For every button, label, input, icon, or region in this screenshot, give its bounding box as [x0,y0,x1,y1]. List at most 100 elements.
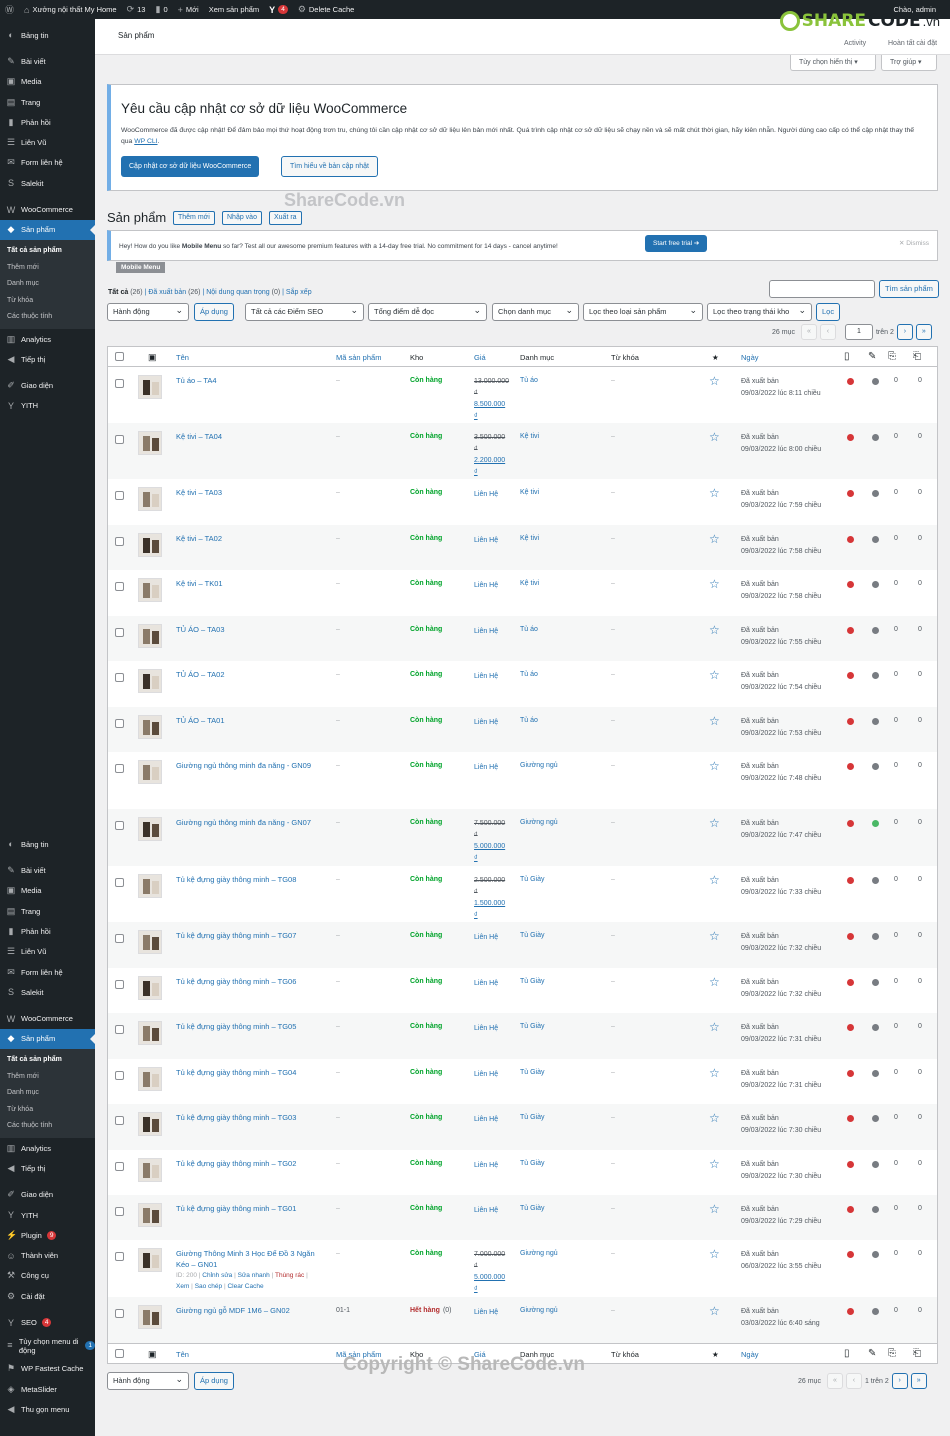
site-name-link[interactable]: ⌂ Xưởng nội thất My Home [19,0,122,19]
product-name-link[interactable]: Kệ tivi – TA04 [176,431,321,442]
product-thumbnail[interactable] [138,578,162,602]
add-new-button[interactable]: Thêm mới [173,211,215,225]
product-name-link[interactable]: Tủ kệ đựng giày thông minh – TG04 [176,1067,321,1078]
product-thumbnail[interactable] [138,976,162,1000]
product-category-link[interactable]: Giường ngủ [520,1307,558,1314]
sidebar-item-media-2[interactable]: ▣ Media [0,881,95,901]
product-thumbnail[interactable] [138,431,162,455]
column-header-category[interactable]: Danh mục [520,353,554,362]
product-category-link[interactable]: Kệ tivi [520,580,539,587]
product-category-link[interactable]: Tủ Giày [520,1160,545,1167]
featured-star-icon[interactable]: ☆ [709,1248,720,1260]
product-thumbnail[interactable] [138,1248,162,1272]
product-category-link[interactable]: Tủ Giày [520,1114,545,1121]
product-category-link[interactable]: Tủ Giày [520,932,545,939]
seo-filter-select[interactable]: Tất cả các Điểm SEO [245,303,364,321]
column-header-tags[interactable]: Từ khóa [611,353,639,362]
sidebar-item-megaphone[interactable]: ◀ Tiếp thị [0,349,95,369]
sidebar-item-contact[interactable]: ☰ Liên Vũ [0,132,95,152]
view-sort[interactable]: Sắp xếp [286,289,312,296]
yoast-link[interactable]: Y4 [264,0,293,19]
sidebar-item-megaphone-2[interactable]: ◀ Tiếp thị [0,1158,95,1178]
product-category-link[interactable]: Kệ tivi [520,535,539,542]
sidebar-item-pin-2[interactable]: ✎ Bài viết [0,860,95,880]
row-checkbox[interactable] [115,1252,124,1261]
product-category-link[interactable]: Giường ngủ [520,762,558,769]
product-name-link[interactable]: Kệ tivi – TK01 [176,578,321,589]
product-category-link[interactable]: Tủ Giày [520,1023,545,1030]
next-page-button-bottom[interactable]: › [891,1373,908,1389]
type-filter-select[interactable]: Lọc theo loại sản phẩm [583,303,703,321]
product-name-link[interactable]: Tủ kệ đựng giày thông minh – TG02 [176,1158,321,1169]
sidebar-item-page[interactable]: ▤ Trang [0,92,95,112]
export-button[interactable]: Xuất ra [269,211,302,225]
featured-star-icon[interactable]: ☆ [709,431,720,443]
readability-filter-select[interactable]: Tổng điểm dễ đọc [368,303,487,321]
product-category-link[interactable]: Tủ áo [520,626,538,633]
sidebar-item-media[interactable]: ▣ Media [0,72,95,92]
featured-star-icon[interactable]: ☆ [709,1203,720,1215]
submenu-item-0-2[interactable]: Tất cả sản phẩm [0,1052,95,1069]
row-checkbox[interactable] [115,1116,124,1125]
featured-star-icon[interactable]: ☆ [709,1067,720,1079]
product-name-link[interactable]: Tủ kệ đựng giày thông minh – TG01 [176,1203,321,1214]
product-name-link[interactable]: Tủ kệ đựng giày thông minh – TG06 [176,976,321,987]
search-products-button[interactable]: Tìm sản phẩm [879,280,939,298]
product-category-link[interactable]: Kệ tivi [520,433,539,440]
sidebar-item-users-2[interactable]: ☺ Thành viên [0,1246,95,1266]
submenu-item-3[interactable]: Từ khóa [0,293,95,310]
sidebar-item-product-2[interactable]: ◆ Sản phẩm [0,1028,95,1050]
apply-button[interactable]: Áp dụng [194,303,234,321]
sidebar-item-brush-2[interactable]: ✐ Giao diện [0,1185,95,1205]
sidebar-item-yith[interactable]: Y YITH [0,396,95,416]
row-checkbox[interactable] [115,1207,124,1216]
product-thumbnail[interactable] [138,930,162,954]
sidebar-item-seo-2[interactable]: Y SEO 4 [0,1312,95,1332]
stock-filter-select[interactable]: Lọc theo trạng thái kho [707,303,812,321]
product-name-link[interactable]: Giường Thông Minh 3 Học Để Đồ 3 Ngăn Kéo… [176,1248,321,1270]
row-checkbox[interactable] [115,628,124,637]
product-thumbnail[interactable] [138,624,162,648]
select-all-checkbox[interactable] [115,352,124,361]
column-header-tags-bottom[interactable]: Từ khóa [611,1350,639,1359]
select-all-checkbox-bottom[interactable] [115,1349,124,1358]
first-page-button[interactable]: « [800,324,817,340]
bulk-action-select[interactable]: Hành động [107,303,189,321]
sidebar-item-product[interactable]: ◆ Sản phẩm [0,219,95,240]
product-category-link[interactable]: Tủ Giày [520,1205,545,1212]
product-thumbnail[interactable] [138,715,162,739]
product-category-link[interactable]: Tủ Giày [520,1069,545,1076]
product-thumbnail[interactable] [138,533,162,557]
sidebar-item-pin[interactable]: ✎ Bài viết [0,51,95,71]
row-checkbox[interactable] [115,719,124,728]
column-header-featured[interactable]: ★ [712,353,719,362]
submenu-item-2[interactable]: Danh mục [0,276,95,293]
prev-page-button[interactable]: ‹ [819,324,836,340]
last-page-button-bottom[interactable]: » [910,1373,927,1389]
row-checkbox[interactable] [115,980,124,989]
update-database-button[interactable]: Cập nhật cơ sở dữ liệu WooCommerce [121,156,260,177]
product-name-link[interactable]: Giường ngủ thông minh đa năng - GN09 [176,760,321,771]
row-checkbox[interactable] [115,1162,124,1171]
new-content-link[interactable]: + Mới [173,0,204,19]
featured-star-icon[interactable]: ☆ [709,533,720,545]
product-category-link[interactable]: Tủ áo [520,377,538,384]
row-action-view[interactable]: Xem [176,1283,189,1290]
view-cornerstone[interactable]: Nội dung quan trọng [206,289,269,296]
row-checkbox[interactable] [115,1071,124,1080]
apply-button-bottom[interactable]: Áp dụng [194,1372,234,1390]
sidebar-item-comment[interactable]: ▮ Phản hồi [0,112,95,132]
column-header-featured-bottom[interactable]: ★ [712,1350,719,1359]
submenu-item-2-2[interactable]: Danh mục [0,1085,95,1102]
featured-star-icon[interactable]: ☆ [709,1021,720,1033]
product-name-link[interactable]: TỦ ÁO – TA02 [176,669,321,680]
featured-star-icon[interactable]: ☆ [709,375,720,387]
product-thumbnail[interactable] [138,760,162,784]
featured-star-icon[interactable]: ☆ [709,874,720,886]
sidebar-item-menu-2[interactable]: ≡ Tùy chọn menu di động 1 [0,1333,95,1359]
view-all[interactable]: Tất cả [108,289,128,296]
product-category-link[interactable]: Tủ áo [520,671,538,678]
activity-link[interactable]: Activity [844,40,866,47]
updates-link[interactable]: ⟳ 13 [122,0,151,19]
view-published[interactable]: Đã xuất bản [148,289,186,296]
